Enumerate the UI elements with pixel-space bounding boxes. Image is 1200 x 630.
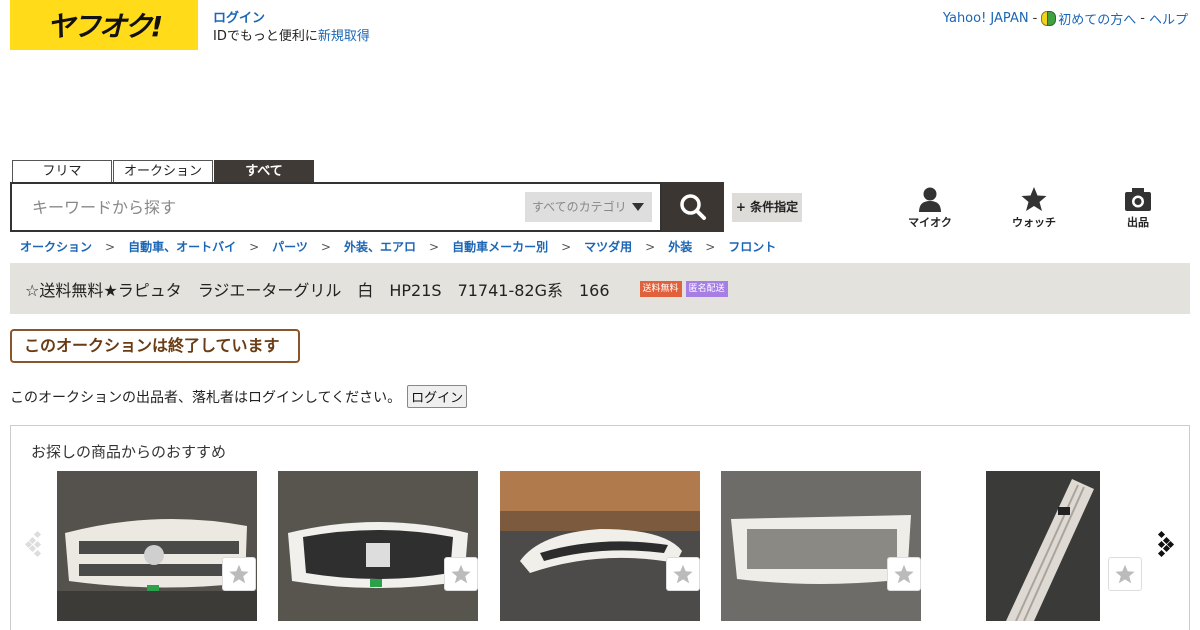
tab-flea-market[interactable]: フリマ: [12, 160, 112, 183]
register-link[interactable]: 新規取得: [318, 29, 370, 44]
login-link[interactable]: ログイン: [213, 10, 370, 28]
link-separator: -: [1032, 11, 1038, 26]
search-input[interactable]: [32, 195, 512, 219]
login-button[interactable]: ログイン: [407, 385, 468, 408]
dropdown-triangle-icon: [632, 203, 644, 211]
camera-icon: [1125, 188, 1151, 211]
login-notice: このオークションの出品者、落札者はログインしてください。 ログイン: [10, 385, 468, 408]
product-photo-4: [721, 471, 921, 621]
sell-nav[interactable]: 出品: [1108, 186, 1168, 230]
watch-star-button[interactable]: [222, 557, 256, 591]
product-image-grille-4[interactable]: [721, 471, 921, 621]
product-image-grille-1[interactable]: [57, 471, 257, 621]
product-photo-3: [500, 471, 700, 621]
sell-label: 出品: [1127, 216, 1149, 229]
breadcrumb-by-maker[interactable]: 自動車メーカー別: [452, 238, 548, 255]
product-photo-2: [278, 471, 478, 621]
tab-all[interactable]: すべて: [214, 160, 314, 183]
search-box: すべてのカテゴリ: [10, 182, 662, 232]
recommendations-panel: お探しの商品からのおすすめ: [10, 425, 1190, 630]
breadcrumb-separator: >: [561, 239, 572, 254]
myauc-label: マイオク: [908, 216, 952, 229]
category-select-label: すべてのカテゴリ: [532, 200, 627, 214]
anonymous-shipping-badge: 匿名配送: [685, 280, 728, 297]
product-photo-1: [57, 471, 257, 621]
star-icon: [451, 564, 471, 584]
breadcrumb-separator: >: [320, 239, 331, 254]
logo-text: ヤフオク!: [46, 10, 163, 43]
breadcrumb-cars-bikes[interactable]: 自動車、オートバイ: [128, 238, 236, 255]
search-tabs: フリマ オークション すべて: [12, 160, 314, 183]
item-title-bar: ☆送料無料★ラピュタ ラジエーターグリル 白 HP21S 71741-82G系 …: [10, 263, 1190, 314]
product-image-grille-5[interactable]: [986, 471, 1100, 621]
star-icon: [894, 564, 914, 584]
free-shipping-badge: 送料無料: [639, 280, 682, 297]
link-separator: -: [1140, 11, 1145, 26]
breadcrumb-separator: >: [105, 239, 116, 254]
top-links: Yahoo! JAPAN - 初めての方へ - ヘルプ: [943, 9, 1188, 28]
login-block: ログイン IDでもっと便利に新規取得: [213, 10, 370, 46]
myauc-nav[interactable]: マイオク: [900, 186, 960, 230]
help-link[interactable]: ヘルプ: [1149, 9, 1188, 28]
product-image-grille-3[interactable]: [500, 471, 700, 621]
breadcrumb-separator: >: [429, 239, 440, 254]
watch-star-button[interactable]: [444, 557, 478, 591]
carousel-next-icon[interactable]: [1155, 529, 1177, 559]
watch-label: ウォッチ: [1012, 216, 1056, 229]
login-notice-text: このオークションの出品者、落札者はログインしてください。: [10, 389, 402, 406]
breadcrumb-separator: >: [705, 239, 716, 254]
breadcrumb-auction[interactable]: オークション: [20, 238, 92, 255]
tab-auction[interactable]: オークション: [113, 160, 213, 183]
breadcrumb-front[interactable]: フロント: [728, 238, 776, 255]
watch-nav[interactable]: ウォッチ: [1004, 186, 1064, 230]
breadcrumb-parts[interactable]: パーツ: [272, 238, 308, 255]
product-image-grille-2[interactable]: [278, 471, 478, 621]
star-icon: [229, 564, 249, 584]
search-icon: [680, 194, 706, 220]
category-select[interactable]: すべてのカテゴリ: [525, 192, 652, 222]
watch-star-button[interactable]: [666, 557, 700, 591]
watch-star-button[interactable]: [887, 557, 921, 591]
breadcrumb-mazda[interactable]: マツダ用: [584, 238, 632, 255]
carousel-prev-icon[interactable]: [25, 529, 47, 559]
login-subtext: IDでもっと便利に: [213, 29, 318, 44]
beginner-mark-icon: [1041, 11, 1057, 26]
person-icon: [919, 187, 941, 212]
breadcrumb-separator: >: [249, 239, 260, 254]
yahuoku-logo[interactable]: ヤフオク!: [10, 0, 198, 50]
breadcrumb-exterior-aero[interactable]: 外装、エアロ: [344, 238, 416, 255]
item-title: ☆送料無料★ラピュタ ラジエーターグリル 白 HP21S 71741-82G系 …: [25, 280, 610, 300]
breadcrumb-separator: >: [645, 239, 656, 254]
star-icon: [1115, 564, 1135, 584]
search-button[interactable]: [662, 182, 724, 232]
product-photo-5: [986, 471, 1100, 621]
recommendations-heading: お探しの商品からのおすすめ: [31, 443, 227, 461]
beginners-link[interactable]: 初めての方へ: [1058, 9, 1136, 28]
auction-ended-notice: このオークションは終了しています: [10, 329, 300, 363]
yahoo-japan-link[interactable]: Yahoo! JAPAN: [943, 11, 1029, 26]
star-icon: [1021, 187, 1047, 211]
breadcrumb: オークション > 自動車、オートバイ > パーツ > 外装、エアロ > 自動車メ…: [20, 238, 776, 255]
condition-button[interactable]: + 条件指定: [732, 193, 802, 222]
breadcrumb-exterior[interactable]: 外装: [668, 238, 692, 255]
star-icon: [673, 564, 693, 584]
watch-star-button[interactable]: [1108, 557, 1142, 591]
